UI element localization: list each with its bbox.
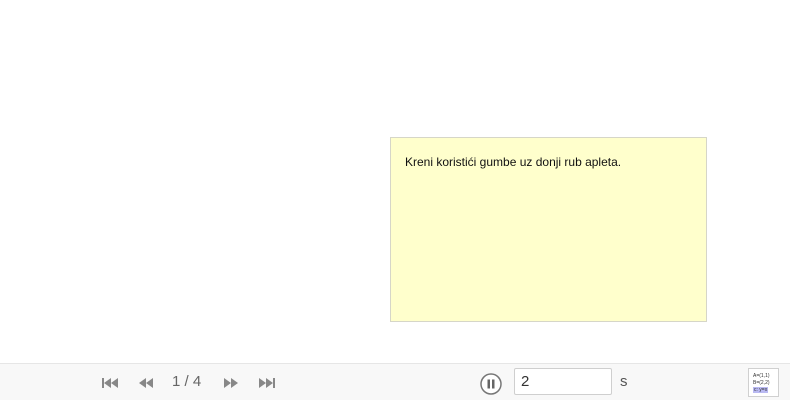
text-note: Kreni koristići gumbe uz donji rub aplet… bbox=[390, 137, 707, 322]
speed-unit-label: s bbox=[620, 373, 628, 390]
algebra-view-button[interactable]: A=(1,1) B=(2,2) c: y=x bbox=[748, 368, 779, 397]
first-step-icon bbox=[102, 378, 118, 388]
step-counter: 1 / 4 bbox=[172, 373, 202, 390]
pause-icon bbox=[480, 373, 502, 395]
first-step-button[interactable] bbox=[99, 375, 121, 391]
navigation-bar: 1 / 4 s A=(1,1) B=(2,2) c: y=x bbox=[0, 363, 790, 400]
last-step-button[interactable] bbox=[256, 375, 278, 391]
graphics-view[interactable]: Kreni koristići gumbe uz donji rub aplet… bbox=[0, 0, 790, 363]
next-step-icon bbox=[224, 378, 238, 388]
last-step-icon bbox=[259, 378, 275, 388]
pause-button[interactable] bbox=[480, 373, 502, 395]
previous-step-button[interactable] bbox=[135, 375, 157, 391]
previous-step-icon bbox=[139, 378, 153, 388]
note-text: Kreni koristići gumbe uz donji rub aplet… bbox=[405, 155, 622, 169]
algebra-icon-line: c: y=x bbox=[753, 387, 769, 393]
speed-input[interactable] bbox=[514, 368, 612, 395]
algebra-icon-line: B=(2,2) bbox=[753, 380, 770, 386]
next-step-button[interactable] bbox=[220, 375, 242, 391]
algebra-icon-line: A=(1,1) bbox=[753, 373, 770, 379]
